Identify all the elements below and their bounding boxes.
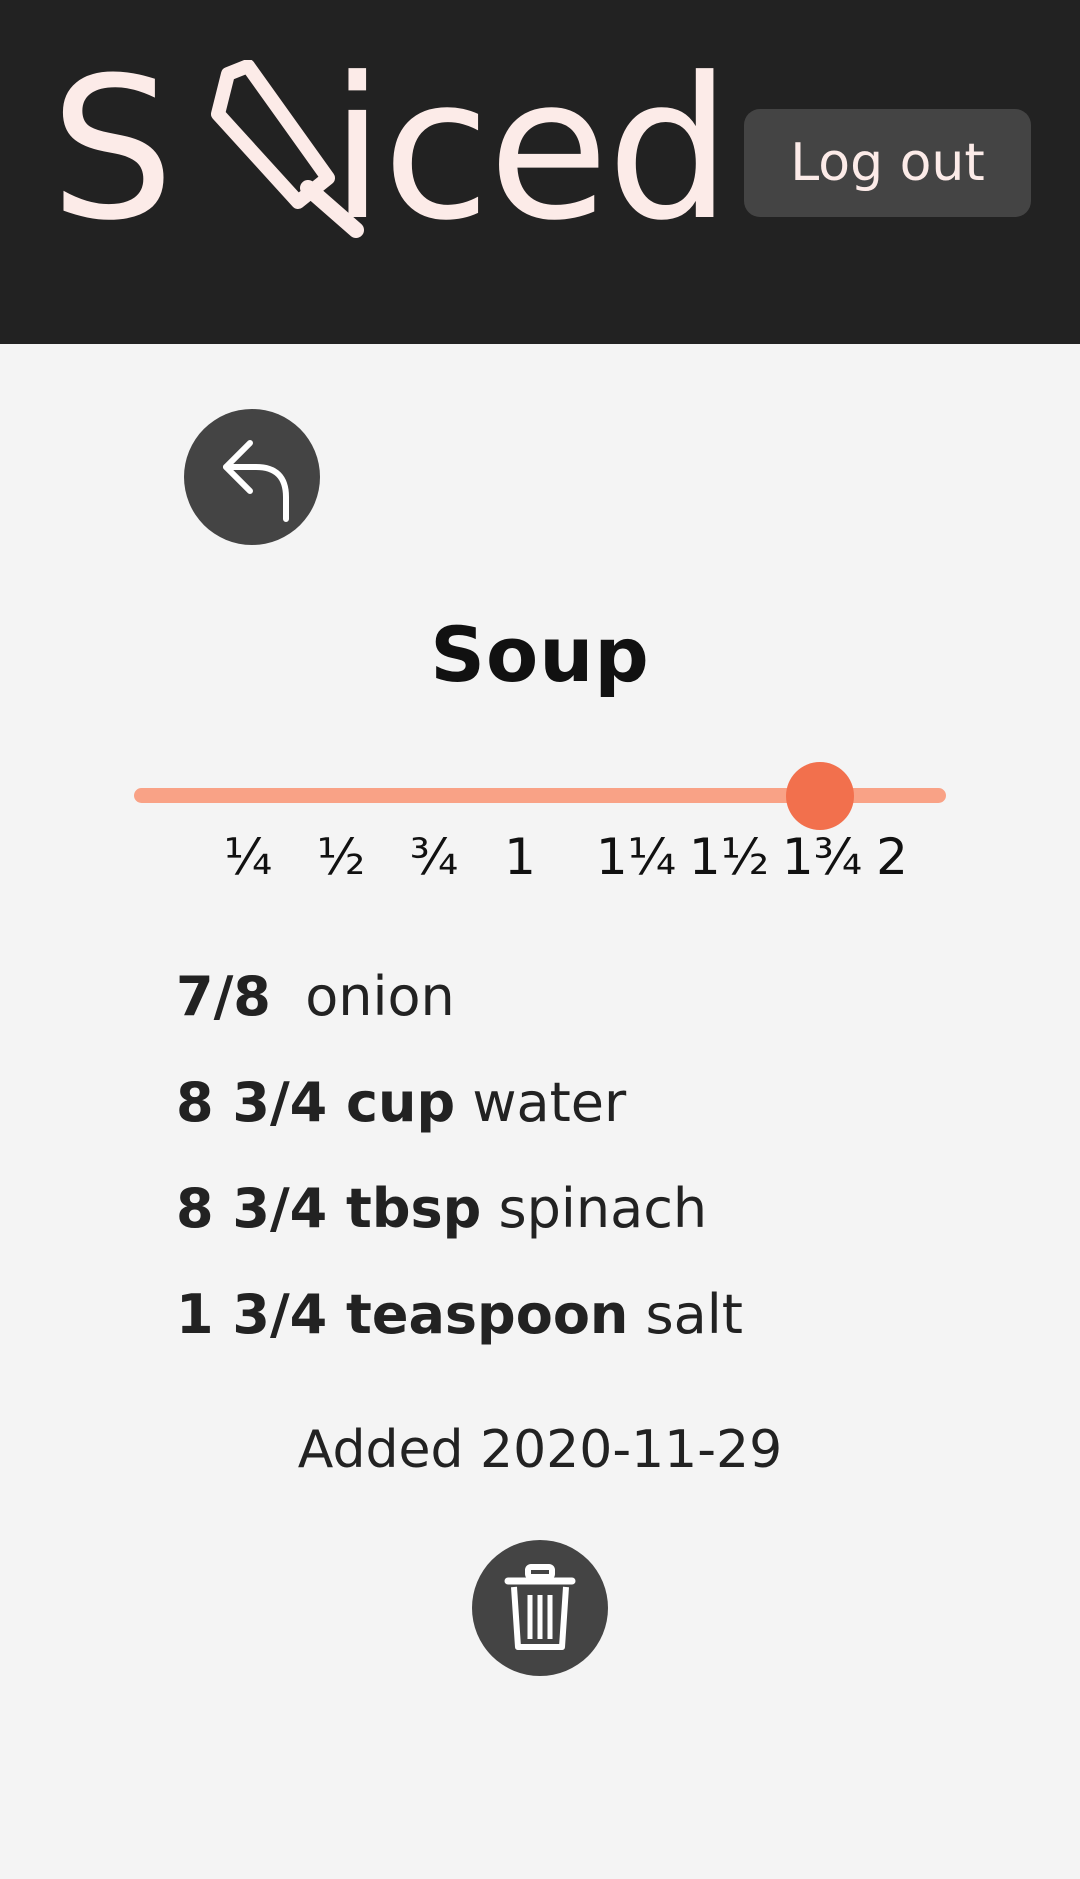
scale-tick-one[interactable]: 1	[475, 828, 565, 886]
logout-button[interactable]: Log out	[744, 109, 1031, 217]
scale-tick-half[interactable]: ½	[296, 828, 386, 886]
ingredient-name: water	[472, 1071, 627, 1134]
header-bar: S iced Log out	[0, 0, 1080, 344]
sliced-logo[interactable]: S iced	[50, 36, 731, 264]
scale-tick-three-quarters[interactable]: ¾	[389, 828, 479, 886]
app-root: S iced Log out Soup ¼ ½ ¾ 1 1¼ 1½ 1¾ 2 7…	[0, 0, 1080, 1879]
ingredient-item: 7/8 onion	[176, 965, 455, 1028]
scale-slider-thumb[interactable]	[786, 762, 854, 830]
trash-icon	[504, 1564, 576, 1650]
ingredient-quantity: 8 3/4 tbsp	[176, 1177, 482, 1240]
delete-button[interactable]	[472, 1540, 608, 1676]
ingredient-name: spinach	[498, 1177, 708, 1240]
scale-tick-one-and-quarter[interactable]: 1¼	[591, 828, 681, 886]
logo-letters-iced: iced	[330, 36, 731, 264]
ingredient-quantity: 8 3/4 cup	[176, 1071, 456, 1134]
scale-tick-two[interactable]: 2	[847, 828, 937, 886]
knife-icon	[211, 60, 364, 238]
scale-tick-quarter[interactable]: ¼	[203, 828, 293, 886]
ingredient-item: 1 3/4 teaspoon salt	[176, 1283, 743, 1346]
back-arrow-icon	[223, 440, 289, 522]
back-button[interactable]	[184, 409, 320, 545]
ingredient-name: salt	[645, 1283, 743, 1346]
ingredient-quantity: 1 3/4 teaspoon	[176, 1283, 629, 1346]
ingredient-quantity: 7/8	[176, 965, 271, 1028]
recipe-title: Soup	[430, 610, 650, 699]
added-date: Added 2020-11-29	[297, 1420, 783, 1480]
ingredient-item: 8 3/4 cup water	[176, 1071, 626, 1134]
logo-letter-s: S	[50, 36, 174, 264]
ingredient-item: 8 3/4 tbsp spinach	[176, 1177, 707, 1240]
scale-tick-one-and-half[interactable]: 1½	[684, 828, 774, 886]
ingredient-name: onion	[305, 965, 455, 1028]
